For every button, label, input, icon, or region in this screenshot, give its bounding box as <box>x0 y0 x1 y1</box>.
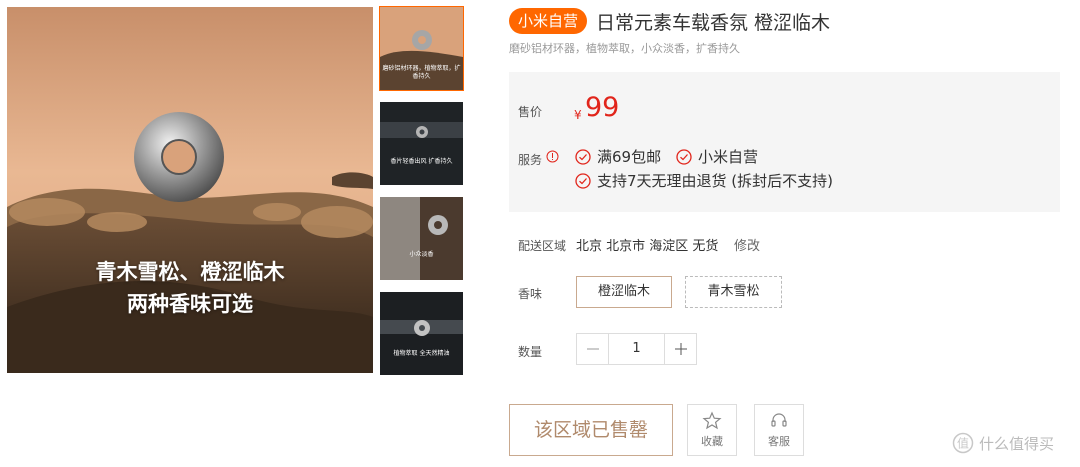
service-item-self-operated: 小米自营 <box>676 146 758 167</box>
scent-option-green-pine[interactable]: 青木雪松 <box>685 276 782 308</box>
headset-icon <box>771 413 787 427</box>
check-circle-icon <box>575 172 591 189</box>
minus-icon <box>586 348 599 350</box>
decrement-button[interactable] <box>577 334 609 364</box>
main-caption-line2: 两种香味可选 <box>127 292 253 316</box>
service-label: 服务 <box>518 153 543 167</box>
thumbnail-2[interactable]: 香片轻香出风 扩香持久 <box>380 102 463 185</box>
price-currency: ¥ <box>574 108 582 122</box>
main-caption-line1: 青木雪松、橙涩临木 <box>95 260 285 284</box>
product-title: 日常元素车载香氛 橙涩临木 <box>596 11 831 34</box>
thumbnail-1-caption: 磨砂铝材环器，植物萃取，扩香持久 <box>382 65 461 80</box>
product-title-row: 小米自营 日常元素车载香氛 橙涩临木 <box>509 7 830 35</box>
scent-option-orange-wood[interactable]: 橙涩临木 <box>576 276 672 308</box>
quantity-input[interactable]: 1 <box>609 334 664 364</box>
delivery-edit-link[interactable]: 修改 <box>734 235 760 254</box>
favorite-label: 收藏 <box>701 435 723 448</box>
price-label: 售价 <box>518 105 543 119</box>
site-watermark: 值 什么值得买 <box>952 432 1054 454</box>
main-product-image: 青木雪松、橙涩临木 两种香味可选 <box>7 7 373 373</box>
plus-icon <box>674 343 687 355</box>
customer-service-label: 客服 <box>768 435 790 448</box>
quantity-label: 数量 <box>518 345 543 359</box>
delivery-address: 北京 北京市 海淀区 无货 <box>576 239 719 254</box>
service-item-label: 支持7天无理由退货 (拆封后不支持) <box>597 172 834 190</box>
thumbnail-4-caption: 植物萃取 全天然精油 <box>393 350 450 357</box>
thumbnail-3[interactable]: 小众淡香 <box>380 197 463 280</box>
quantity-stepper: 1 <box>576 333 697 365</box>
check-circle-icon <box>676 148 692 165</box>
svg-text:值: 值 <box>957 436 969 451</box>
thumbnail-2-caption: 香片轻香出风 扩香持久 <box>390 158 453 165</box>
watermark-logo-icon: 值 <box>952 432 974 454</box>
star-icon <box>702 411 722 430</box>
price-service-panel: 售价 ¥ 99 服务 满69包邮 小米自营 支持7天无理由退货 (拆封后不支持) <box>509 72 1060 212</box>
sold-out-button[interactable]: 该区域已售罄 <box>509 404 673 456</box>
product-subtitle: 磨砂铝材环器，植物萃取，小众淡香，扩香持久 <box>509 42 740 55</box>
service-item-returns: 支持7天无理由退货 (拆封后不支持) <box>575 170 833 191</box>
service-item-free-shipping: 满69包邮 <box>575 146 661 167</box>
customer-service-button[interactable]: 客服 <box>754 404 804 456</box>
thumbnail-3-caption: 小众淡香 <box>409 251 434 258</box>
service-item-label: 满69包邮 <box>597 148 662 166</box>
watermark-text: 什么值得买 <box>979 434 1055 453</box>
thumbnail-4[interactable]: 植物萃取 全天然精油 <box>380 292 463 375</box>
info-icon[interactable] <box>546 150 559 163</box>
increment-button[interactable] <box>664 334 696 364</box>
thumbnail-1[interactable]: 磨砂铝材环器，植物萃取，扩香持久 <box>379 6 464 91</box>
scent-label: 香味 <box>518 287 543 301</box>
self-operated-badge: 小米自营 <box>509 8 588 34</box>
service-item-label: 小米自营 <box>698 148 759 166</box>
price-value: 99 <box>585 92 620 123</box>
favorite-button[interactable]: 收藏 <box>687 404 737 456</box>
delivery-label: 配送区域 <box>518 239 567 253</box>
check-circle-icon <box>575 148 591 165</box>
